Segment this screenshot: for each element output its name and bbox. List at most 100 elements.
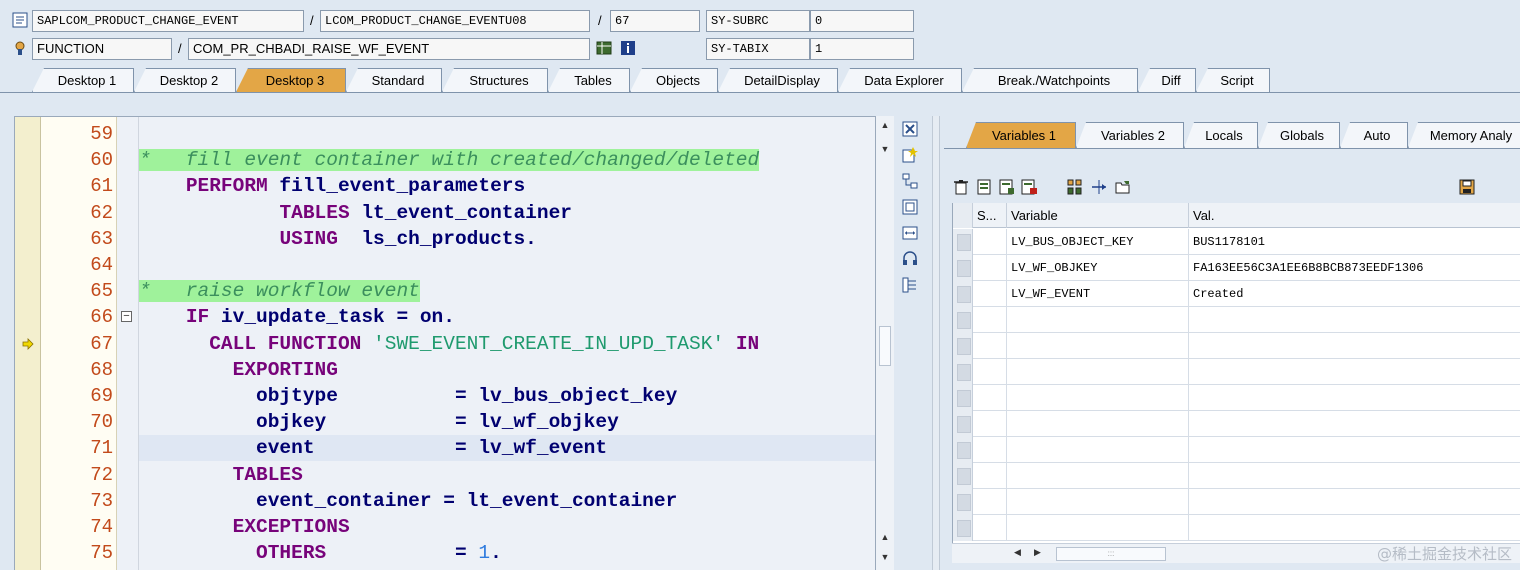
empty-row[interactable] xyxy=(953,333,1520,359)
row-selector[interactable] xyxy=(953,437,973,463)
close-icon[interactable] xyxy=(901,120,919,138)
scroll-left-icon[interactable]: ◀ xyxy=(1014,547,1021,558)
variable-cell[interactable] xyxy=(1007,515,1189,541)
table-add-icon[interactable] xyxy=(998,178,1016,196)
empty-row[interactable] xyxy=(953,359,1520,385)
source-editor[interactable]: 59 60 * fill event container with create… xyxy=(14,116,876,570)
code-line-60[interactable]: 60 * fill event container with created/c… xyxy=(15,147,875,173)
code-line-70[interactable]: 70 objkey = lv_wf_objkey xyxy=(15,409,875,435)
tab-desktop-1[interactable]: Desktop 1 xyxy=(32,68,134,92)
empty-row[interactable] xyxy=(953,515,1520,541)
variables-grid[interactable]: S... Variable Val. LV_BUS_OBJECT_KEY BUS… xyxy=(952,203,1520,543)
code-line-67[interactable]: 67 CALL FUNCTION 'SWE_EVENT_CREATE_IN_UP… xyxy=(15,331,875,357)
variable-cell[interactable]: LV_WF_OBJKEY xyxy=(1007,255,1189,281)
line-field[interactable]: 67 xyxy=(610,10,700,32)
scroll-thumb[interactable] xyxy=(879,326,891,366)
editor-scrollbar[interactable]: ▲ ▼ ▲ ▼ xyxy=(876,116,894,570)
column-header-s[interactable]: S... xyxy=(973,203,1007,228)
empty-row[interactable] xyxy=(953,489,1520,515)
row-selector[interactable] xyxy=(953,411,973,437)
tab-detaildisplay[interactable]: DetailDisplay xyxy=(718,68,838,92)
empty-row[interactable] xyxy=(953,437,1520,463)
row-selector[interactable] xyxy=(953,229,973,255)
value-cell[interactable]: Created xyxy=(1189,281,1520,307)
code-line-69[interactable]: 69 objtype = lv_bus_object_key xyxy=(15,383,875,409)
resize-width-icon[interactable] xyxy=(901,224,919,242)
empty-row[interactable] xyxy=(953,463,1520,489)
empty-row[interactable] xyxy=(953,411,1520,437)
column-header-variable[interactable]: Variable xyxy=(1007,203,1189,228)
scroll-down-icon[interactable]: ▼ xyxy=(878,142,892,156)
code-line-61[interactable]: 61 PERFORM fill_event_parameters xyxy=(15,173,875,199)
code-line-64[interactable]: 64 xyxy=(15,252,875,278)
variable-cell[interactable] xyxy=(1007,489,1189,515)
tab-script[interactable]: Script xyxy=(1196,68,1270,92)
row-selector[interactable] xyxy=(953,359,973,385)
structure-icon[interactable] xyxy=(901,172,919,190)
open-folder-icon[interactable] xyxy=(1114,178,1132,196)
tab-structures[interactable]: Structures xyxy=(442,68,548,92)
hierarchy-icon[interactable] xyxy=(901,276,919,294)
table-row[interactable]: LV_WF_OBJKEY FA163EE56C3A1EE6B8BCB873EED… xyxy=(953,255,1520,281)
fold-toggle[interactable]: − xyxy=(121,311,132,323)
scroll-up-icon[interactable]: ▲ xyxy=(878,118,892,132)
table-view-icon[interactable] xyxy=(976,178,994,196)
code-line-75[interactable]: 75 OTHERS = 1. xyxy=(15,540,875,566)
value-cell[interactable]: BUS1178101 xyxy=(1189,229,1520,255)
tab-diff[interactable]: Diff xyxy=(1138,68,1196,92)
code-line-68[interactable]: 68 EXPORTING xyxy=(15,357,875,383)
code-line-73[interactable]: 73 event_container = lt_event_container xyxy=(15,488,875,514)
tab-standard[interactable]: Standard xyxy=(346,68,442,92)
code-line-74[interactable]: 74 EXCEPTIONS xyxy=(15,514,875,540)
code-line-65[interactable]: 65 * raise workflow event xyxy=(15,278,875,304)
scroll-up-icon[interactable]: ▲ xyxy=(878,530,892,544)
row-selector[interactable] xyxy=(953,333,973,359)
program-field[interactable]: SAPLCOM_PRODUCT_CHANGE_EVENT xyxy=(32,10,304,32)
tab-globals[interactable]: Globals xyxy=(1258,122,1340,148)
code-line-71[interactable]: 71 event = lv_wf_event xyxy=(15,435,875,462)
sort-icon[interactable] xyxy=(1066,178,1084,196)
scroll-right-icon[interactable]: ▶ xyxy=(1034,547,1041,558)
tab-variables-1[interactable]: Variables 1 xyxy=(966,122,1076,148)
row-selector[interactable] xyxy=(953,463,973,489)
table-remove-icon[interactable] xyxy=(1020,178,1038,196)
panel-splitter[interactable] xyxy=(932,116,940,570)
tab-data-explorer[interactable]: Data Explorer xyxy=(838,68,962,92)
include-field[interactable]: LCOM_PRODUCT_CHANGE_EVENTU08 xyxy=(320,10,590,32)
column-header-value[interactable]: Val. xyxy=(1189,203,1520,228)
code-line-62[interactable]: 62 TABLES lt_event_container xyxy=(15,200,875,226)
code-line-72[interactable]: 72 TABLES xyxy=(15,462,875,488)
select-all-cell[interactable] xyxy=(953,203,973,228)
variable-cell[interactable] xyxy=(1007,307,1189,333)
row-selector[interactable] xyxy=(953,281,973,307)
scroll-thumb[interactable]: ::: xyxy=(1056,547,1166,561)
row-selector[interactable] xyxy=(953,255,973,281)
table-icon[interactable] xyxy=(596,40,612,56)
value-cell[interactable]: FA163EE56C3A1EE6B8BCB873EEDF1306 xyxy=(1189,255,1520,281)
variable-cell[interactable] xyxy=(1007,333,1189,359)
transfer-icon[interactable] xyxy=(1090,178,1108,196)
table-row[interactable]: LV_WF_EVENT Created xyxy=(953,281,1520,307)
tab-desktop-3[interactable]: Desktop 3 xyxy=(236,68,346,92)
tab-auto[interactable]: Auto xyxy=(1340,122,1408,148)
row-selector[interactable] xyxy=(953,489,973,515)
tab-breakpoints[interactable]: Break./Watchpoints xyxy=(962,68,1138,92)
variable-cell[interactable] xyxy=(1007,385,1189,411)
variable-cell[interactable] xyxy=(1007,463,1189,489)
tab-tables[interactable]: Tables xyxy=(548,68,630,92)
row-selector[interactable] xyxy=(953,307,973,333)
tab-variables-2[interactable]: Variables 2 xyxy=(1076,122,1184,148)
row-selector[interactable] xyxy=(953,515,973,541)
empty-row[interactable] xyxy=(953,307,1520,333)
code-line-66[interactable]: 66 − IF iv_update_task = on. xyxy=(15,304,875,330)
type-field[interactable]: FUNCTION xyxy=(32,38,172,60)
variable-cell[interactable] xyxy=(1007,437,1189,463)
tab-objects[interactable]: Objects xyxy=(630,68,718,92)
variable-cell[interactable]: LV_WF_EVENT xyxy=(1007,281,1189,307)
maximize-icon[interactable] xyxy=(901,198,919,216)
tab-memory-analysis[interactable]: Memory Analy xyxy=(1408,122,1520,148)
row-selector[interactable] xyxy=(953,385,973,411)
variable-cell[interactable] xyxy=(1007,411,1189,437)
info-icon[interactable] xyxy=(620,40,636,56)
variable-cell[interactable]: LV_BUS_OBJECT_KEY xyxy=(1007,229,1189,255)
